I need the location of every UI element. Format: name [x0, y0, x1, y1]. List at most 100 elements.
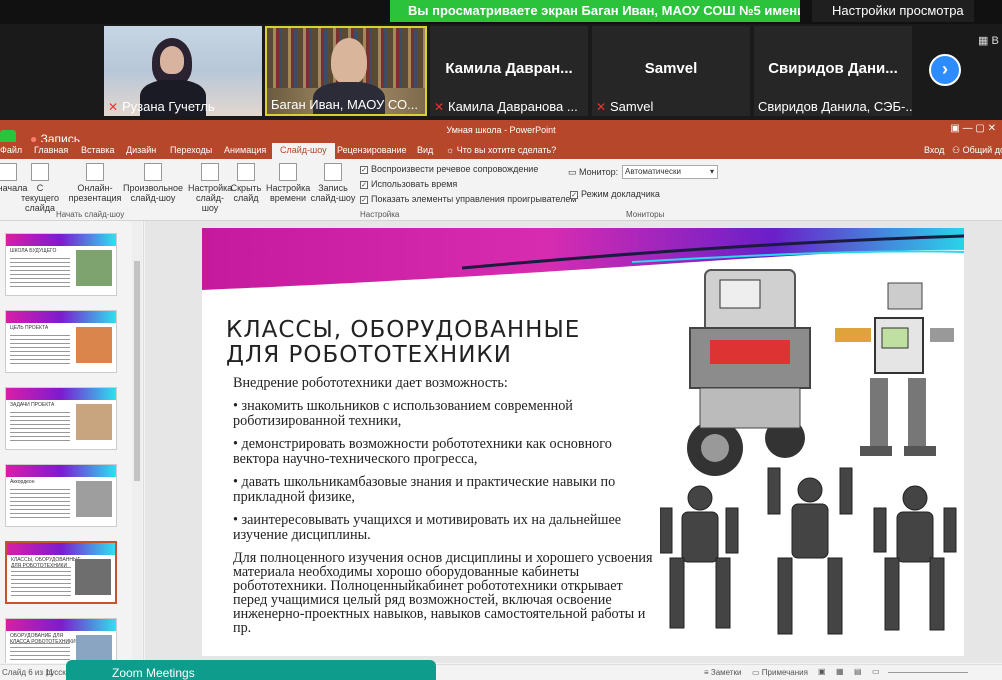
slide-thumbnail[interactable]: ШКОЛА БУДУЩЕГО — [5, 233, 117, 296]
current-slide[interactable]: КЛАССЫ, ОБОРУДОВАННЫЕ ДЛЯ РОБОТОТЕХНИКИ … — [202, 228, 964, 656]
thumbnail-image — [76, 250, 112, 286]
thumbnail-image — [76, 327, 112, 363]
zoom-meetings-toast[interactable]: Zoom Meetings — [66, 660, 436, 680]
custom-slideshow-button[interactable]: Произвольное слайд-шоу — [122, 163, 184, 203]
tab-animation[interactable]: Анимация — [224, 145, 266, 155]
view-settings-label: Настройки просмотра — [832, 3, 964, 18]
participant-big-name: Камила Давран... — [445, 60, 573, 77]
tab-review[interactable]: Рецензирование — [337, 145, 407, 155]
participant-name: ✕ Рузана Гучетль — [108, 99, 215, 114]
monitor-select[interactable]: Автоматически ▾ — [622, 165, 718, 179]
monitor-icon: ▭ — [568, 167, 580, 177]
lego-ev3-robot-icon — [687, 269, 811, 476]
bullet-item: • знакомить школьников с использованием … — [233, 397, 573, 429]
record-slideshow-button[interactable]: Запись слайд-шоу — [310, 163, 356, 203]
participant-gallery: ✕ Рузана Гучетль Баган Иван, МАОУ СО... К… — [0, 24, 1002, 120]
bullet-item: • давать школьникамбазовые знания и прак… — [233, 473, 616, 505]
thumbnail-header-band — [6, 465, 116, 477]
window-title: Умная школа - PowerPoint — [446, 125, 556, 135]
custom-show-icon — [144, 163, 162, 181]
tab-transitions[interactable]: Переходы — [170, 145, 212, 155]
thumbnail-image — [75, 559, 111, 595]
thumbnail-header-band — [6, 234, 116, 246]
participant-big-name: Samvel — [644, 60, 698, 77]
thumbnail-header-band — [6, 388, 116, 400]
slide-thumbnail[interactable]: ЦЕЛЬ ПРОЕКТА — [5, 310, 117, 373]
muted-mic-icon: ✕ — [434, 100, 445, 114]
checkmark-icon: ✓ — [360, 166, 368, 174]
participant-face — [160, 46, 184, 74]
media-controls-checkbox[interactable]: ✓ Показать элементы управления проигрыват… — [360, 194, 577, 204]
checkmark-icon: ✓ — [570, 191, 578, 199]
thumbnail-header-band — [6, 619, 116, 631]
thumbnail-image — [76, 404, 112, 440]
tab-slideshow[interactable]: Слайд-шоу — [272, 143, 335, 159]
chevron-down-icon: ▾ — [709, 167, 714, 176]
participant-tile[interactable]: ✕ Рузана Гучетль — [104, 26, 262, 116]
share-button[interactable]: ⚇ Общий доступ — [952, 145, 1002, 156]
participant-name: Свиридов Данила, СЭБ-... — [758, 99, 912, 114]
slide-thumbnail[interactable]: ЗАДАЧИ ПРОЕКТА — [5, 387, 117, 450]
rehearse-timings-button[interactable]: Настройка времени — [266, 163, 310, 203]
tab-design[interactable]: Дизайн — [126, 145, 156, 155]
slide-thumbnail[interactable]: Аккордеон — [5, 464, 117, 527]
timings-checkbox[interactable]: ✓ Использовать время — [360, 179, 457, 189]
online-presentation-button[interactable]: Онлайн-презентация — [66, 163, 124, 203]
setup-slideshow-button[interactable]: Настройка слайд-шоу — [188, 163, 232, 213]
narration-checkbox[interactable]: ✓ Воспроизвести речевое сопровождение — [360, 164, 538, 174]
from-current-button[interactable]: С текущего слайда — [18, 163, 62, 213]
view-settings-button[interactable]: Настройки просмотра ⌄ — [812, 0, 974, 40]
tell-me-box[interactable]: ☼ Что вы хотите сделать? — [446, 145, 556, 155]
checkmark-icon: ✓ — [360, 196, 368, 204]
group-label-start: Начать слайд-шоу — [56, 210, 125, 219]
thumbnail-text — [10, 258, 70, 288]
bullet-item: • заинтересовывать учащихся и мотивирова… — [233, 511, 622, 543]
slideshow-current-icon — [31, 163, 49, 181]
group-label-setup: Настройка — [360, 210, 400, 219]
slide-sorter-icon[interactable]: ▦ — [836, 667, 844, 676]
ribbon-tabs: Файл Главная Вставка Дизайн Переходы Ани… — [0, 142, 1002, 159]
group-label-monitors: Мониторы — [626, 210, 665, 219]
thumbnail-text — [10, 335, 70, 365]
setup-icon — [201, 163, 219, 181]
window-controls[interactable]: ▣ — ▢ ✕ — [950, 123, 996, 134]
slide-title: КЛАССЫ, ОБОРУДОВАННЫЕ ДЛЯ РОБОТОТЕХНИКИ — [226, 318, 646, 368]
title-bar: Умная школа - PowerPoint ● Запись ▣ — ▢ … — [0, 120, 1002, 148]
record-slideshow-icon — [324, 163, 342, 181]
tab-view[interactable]: Вид — [417, 145, 433, 155]
online-icon — [86, 163, 104, 181]
zoom-slider[interactable] — [888, 672, 968, 673]
next-page-arrow-icon[interactable]: › — [929, 54, 961, 86]
slide-title-line-2: ДЛЯ РОБОТОТЕХНИКИ — [226, 342, 512, 368]
participant-name: ✕ Камила Давранова ... — [434, 99, 578, 114]
participant-tile-active-speaker[interactable]: Баган Иван, МАОУ СО... — [265, 26, 427, 116]
powerpoint-window: Умная школа - PowerPoint ● Запись ▣ — ▢ … — [0, 120, 1002, 680]
participant-tile[interactable]: Свиридов Дани... Свиридов Данила, СЭБ-..… — [754, 26, 912, 116]
normal-view-icon[interactable]: ▣ — [818, 667, 826, 676]
reading-view-icon[interactable]: ▤ — [854, 667, 862, 676]
tab-home[interactable]: Главная — [34, 145, 68, 155]
sign-in-link[interactable]: Вход — [924, 145, 944, 155]
grid-view-icon[interactable]: ▦ В — [978, 34, 1002, 47]
tab-insert[interactable]: Вставка — [81, 145, 114, 155]
bullet-item: • демонстрировать возможности робототехн… — [233, 435, 612, 467]
thumbnails-scrollbar[interactable] — [132, 221, 142, 663]
participant-tile[interactable]: Samvel ✕ Samvel — [592, 26, 750, 116]
ribbon: С начала С текущего слайда Онлайн-презен… — [0, 159, 1002, 221]
scrollbar-thumb[interactable] — [134, 261, 140, 481]
tab-file[interactable]: Файл — [0, 145, 22, 155]
comments-button[interactable]: ▭ Примечания — [752, 668, 808, 677]
participant-tile[interactable]: Камила Давран... ✕ Камила Давранова ... — [430, 26, 588, 116]
participant-big-name: Свиридов Дани... — [768, 60, 898, 77]
thumbnail-text — [10, 643, 70, 663]
zoom-top-bar: Вы просматриваете экран Баган Иван, МАОУ… — [0, 0, 1002, 40]
hide-slide-button[interactable]: Скрыть слайд — [230, 163, 262, 203]
slideshow-view-icon[interactable]: ▭ — [872, 667, 880, 676]
presenter-view-checkbox[interactable]: ✓ Режим докладчика — [570, 189, 660, 199]
slide-thumbnail[interactable]: ОБОРУДОВАНИЕ ДЛЯ КЛАССА РОБОТОТЕХНИКИ — [5, 618, 117, 663]
notes-button[interactable]: ≡ Заметки — [704, 668, 742, 677]
slide-thumbnail-selected[interactable]: КЛАССЫ, ОБОРУДОВАННЫЕ ДЛЯ РОБОТОТЕХНИКИ — [5, 541, 117, 604]
slide-thumbnails-pane: ШКОЛА БУДУЩЕГО ЦЕЛЬ ПРОЕКТА ЗАДАЧИ ПРОЕК… — [0, 221, 144, 663]
atlas-robots-icon — [660, 467, 957, 635]
notes-icon: ≡ — [704, 668, 711, 677]
